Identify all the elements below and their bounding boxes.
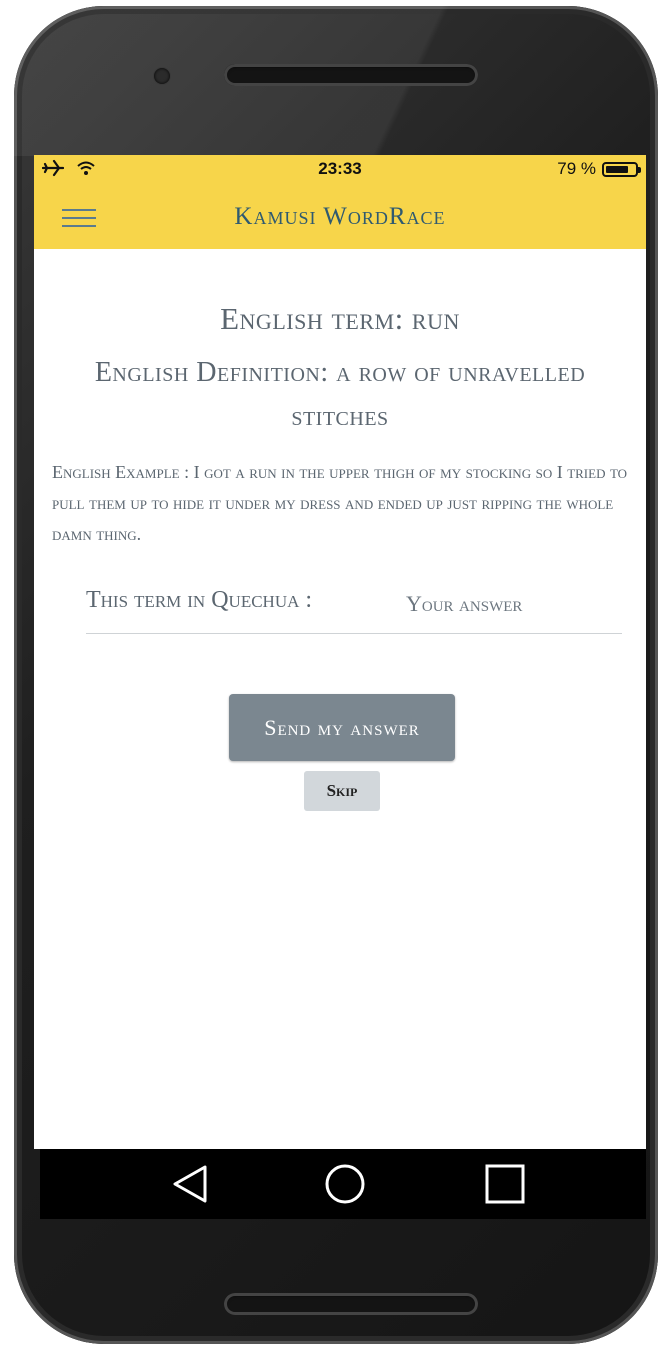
battery-fill bbox=[606, 165, 629, 173]
english-example: English Example : I got a run in the upp… bbox=[52, 462, 628, 544]
screen: 23:33 79 % Kamusi WordRace English term:… bbox=[34, 155, 646, 1149]
app-title: Kamusi WordRace bbox=[234, 203, 446, 230]
english-definition: English Definition: a row of unravelled … bbox=[94, 357, 586, 432]
recents-icon[interactable] bbox=[480, 1159, 530, 1209]
battery-tip bbox=[638, 166, 641, 173]
status-time: 23:33 bbox=[318, 159, 362, 178]
quiz-content: English term: run English Definition: a … bbox=[34, 249, 646, 811]
battery-icon bbox=[602, 161, 641, 177]
status-right: 79 % bbox=[557, 159, 641, 179]
front-camera bbox=[154, 68, 170, 84]
answer-row: This term in Quechua : bbox=[86, 579, 622, 634]
bottom-speaker bbox=[224, 1293, 478, 1315]
answer-input[interactable] bbox=[404, 583, 618, 625]
app-bar: Kamusi WordRace bbox=[34, 185, 646, 249]
send-answer-button[interactable]: Send my answer bbox=[229, 694, 455, 761]
status-bar: 23:33 79 % bbox=[34, 155, 646, 185]
skip-button[interactable]: Skip bbox=[304, 771, 380, 811]
english-term: English term: run bbox=[220, 301, 460, 336]
home-icon[interactable] bbox=[320, 1159, 370, 1209]
battery-percent: 79 % bbox=[557, 159, 596, 178]
top-speaker bbox=[224, 64, 478, 86]
answer-label: This term in Quechua : bbox=[86, 587, 313, 613]
navigation-bar bbox=[40, 1149, 646, 1219]
back-icon[interactable] bbox=[165, 1159, 215, 1209]
